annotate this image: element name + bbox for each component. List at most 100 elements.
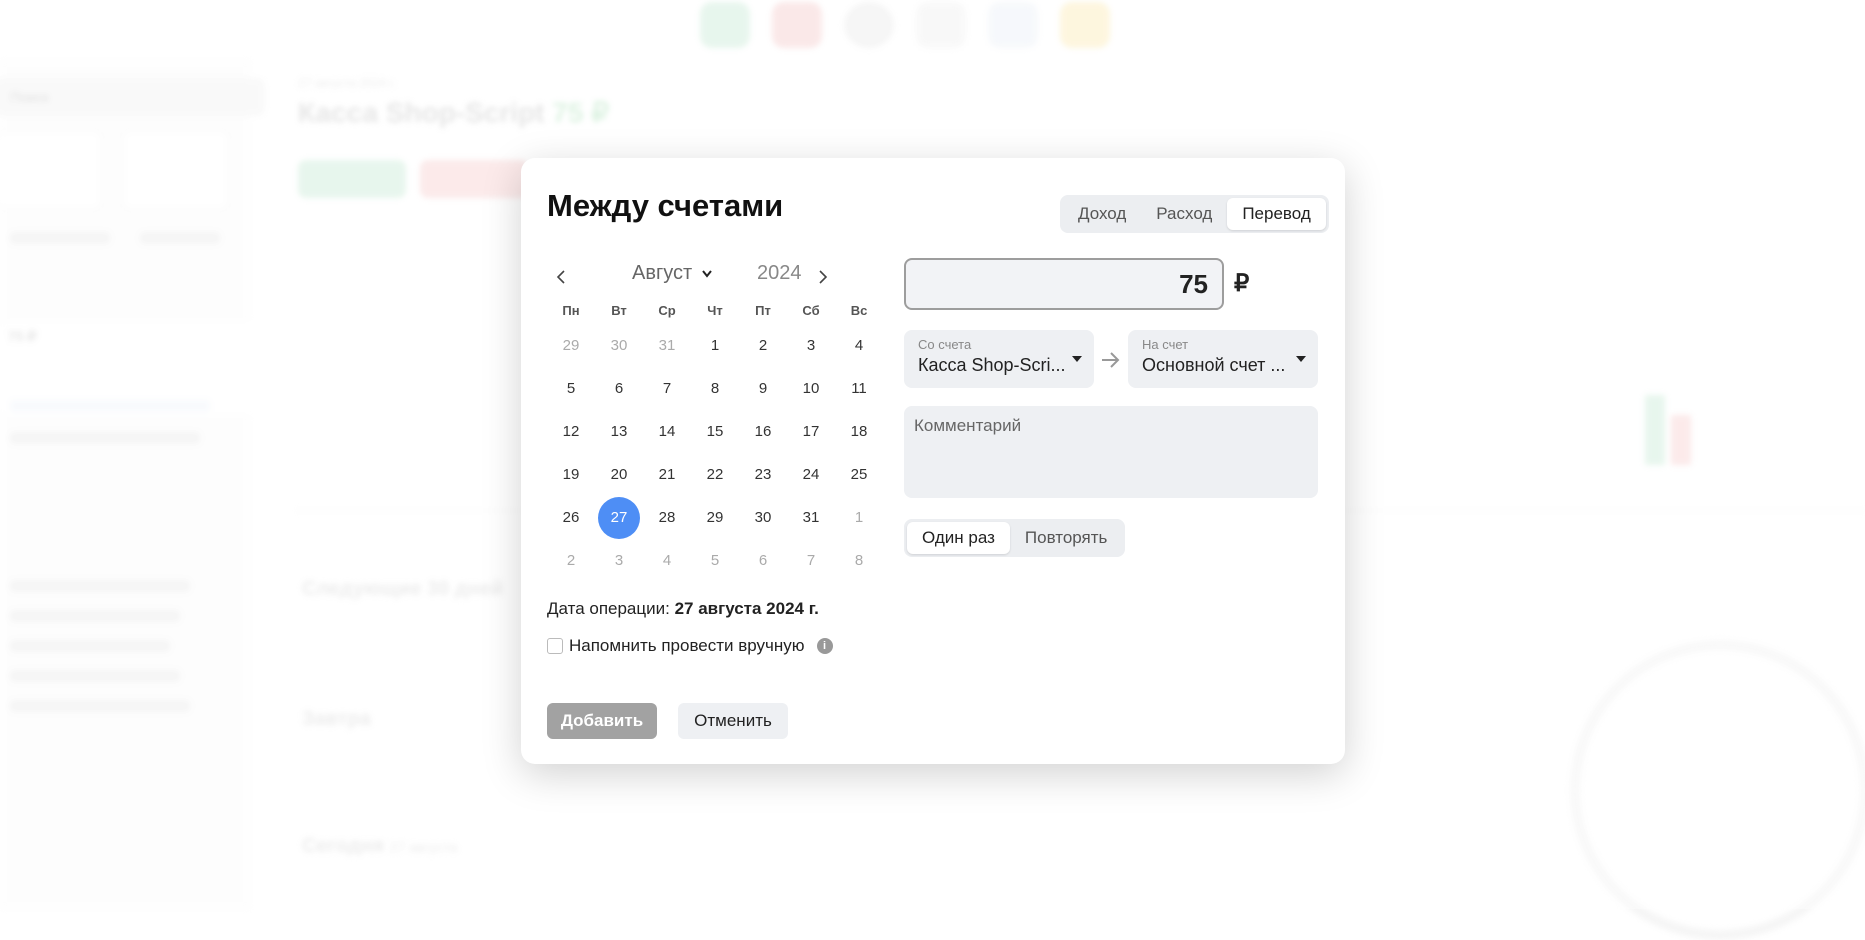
calendar-day[interactable]: 2 (547, 539, 595, 582)
transfer-dialog: Между счетами Доход Расход Перевод Авгус… (521, 158, 1345, 764)
calendar-day[interactable]: 14 (643, 410, 691, 453)
calendar-day[interactable]: 24 (787, 453, 835, 496)
to-account-value: Основной счет ... (1142, 355, 1286, 375)
calendar-day[interactable]: 18 (835, 410, 883, 453)
calendar-day-number: 2 (566, 552, 576, 569)
calendar-day-number: 8 (710, 380, 720, 397)
cancel-button[interactable]: Отменить (678, 703, 788, 739)
chevron-down-icon (702, 269, 712, 278)
calendar-day-number: 24 (802, 466, 820, 483)
calendar-day-number: 4 (662, 552, 672, 569)
calendar-day-number: 4 (854, 337, 864, 354)
calendar-day-number: 13 (610, 423, 628, 440)
calendar-day-number: 7 (806, 552, 816, 569)
calendar-day[interactable]: 19 (547, 453, 595, 496)
tab-income[interactable]: Доход (1063, 198, 1141, 230)
calendar-day[interactable]: 4 (835, 324, 883, 367)
calendar-day[interactable]: 13 (595, 410, 643, 453)
calendar-day[interactable]: 6 (739, 539, 787, 582)
next-month-button[interactable] (809, 264, 835, 290)
amount-input[interactable]: 75 (904, 258, 1224, 310)
calendar-day[interactable]: 11 (835, 367, 883, 410)
calendar-day[interactable]: 30 (739, 496, 787, 539)
calendar-day[interactable]: 12 (547, 410, 595, 453)
year-select[interactable]: 2024 (757, 262, 802, 285)
add-button[interactable]: Добавить (547, 703, 657, 739)
calendar-day-number: 15 (706, 423, 724, 440)
repeat-tabs: Один раз Повторять (904, 519, 1126, 557)
calendar-day-selected[interactable]: 27 (595, 496, 643, 539)
from-account-select[interactable]: Со счета Касса Shop-Scri... (904, 330, 1094, 388)
calendar-day-number: 5 (710, 552, 720, 569)
calendar-day[interactable]: 29 (691, 496, 739, 539)
calendar-day[interactable]: 5 (547, 367, 595, 410)
calendar-day-number: 23 (754, 466, 772, 483)
calendar-day[interactable]: 1 (835, 496, 883, 539)
calendar-day[interactable]: 10 (787, 367, 835, 410)
calendar-day-number: 11 (851, 380, 867, 397)
calendar-day-number: 9 (758, 380, 768, 397)
calendar-day[interactable]: 28 (643, 496, 691, 539)
calendar-day[interactable]: 25 (835, 453, 883, 496)
weekday-label: Пн (562, 303, 580, 318)
calendar-day[interactable]: 2 (739, 324, 787, 367)
caret-down-icon (1072, 356, 1082, 362)
calendar-day-number: 18 (850, 423, 868, 440)
tab-transfer[interactable]: Перевод (1227, 198, 1326, 230)
calendar-day-number: 27 (598, 496, 640, 539)
tab-repeat[interactable]: Повторять (1010, 522, 1123, 554)
calendar-day[interactable]: 23 (739, 453, 787, 496)
operation-date: Дата операции: 27 августа 2024 г. (547, 599, 819, 619)
calendar-day[interactable]: 26 (547, 496, 595, 539)
weekday-label: Чт (707, 303, 723, 318)
calendar-day[interactable]: 3 (595, 539, 643, 582)
currency-symbol: ₽ (1234, 270, 1250, 297)
to-account-label: На счет (1142, 337, 1189, 352)
calendar-day[interactable]: 20 (595, 453, 643, 496)
remind-label: Напомнить провести вручную (569, 636, 805, 655)
from-account-value: Касса Shop-Scri... (918, 355, 1066, 375)
remind-checkbox[interactable] (547, 638, 563, 654)
calendar-day[interactable]: 29 (547, 324, 595, 367)
calendar-day[interactable]: 7 (787, 539, 835, 582)
calendar-day[interactable]: 4 (643, 539, 691, 582)
caret-down-icon (1296, 356, 1306, 362)
calendar-day[interactable]: 6 (595, 367, 643, 410)
calendar-day[interactable]: 17 (787, 410, 835, 453)
operation-date-value: 27 августа 2024 г. (674, 599, 819, 618)
calendar-day-number: 3 (806, 337, 816, 354)
calendar-days: 29 30 31 1 2 3 4 5 6 7 8 9 10 11 12 13 14 15 16 17 18 19 20 21 2… (547, 324, 868, 582)
calendar-day-number: 29 (562, 337, 580, 354)
calendar-day[interactable]: 7 (643, 367, 691, 410)
calendar-day[interactable]: 15 (691, 410, 739, 453)
tab-once[interactable]: Один раз (907, 522, 1010, 554)
calendar-day-number: 22 (706, 466, 724, 483)
calendar-day[interactable]: 5 (691, 539, 739, 582)
to-account-select[interactable]: На счет Основной счет ... (1128, 330, 1318, 388)
calendar-day[interactable]: 21 (643, 453, 691, 496)
tab-expense[interactable]: Расход (1141, 198, 1227, 230)
calendar-day[interactable]: 8 (691, 367, 739, 410)
calendar-day-number: 17 (802, 423, 820, 440)
calendar-day-number: 12 (562, 423, 580, 440)
calendar-day[interactable]: 3 (787, 324, 835, 367)
calendar-day[interactable]: 30 (595, 324, 643, 367)
weekday-label: Ср (658, 303, 676, 318)
calendar-day[interactable]: 31 (787, 496, 835, 539)
calendar-day-number: 2 (758, 337, 768, 354)
info-icon[interactable]: i (816, 638, 833, 654)
calendar-day[interactable]: 16 (739, 410, 787, 453)
calendar-day[interactable]: 9 (739, 367, 787, 410)
weekday-label: Пт (755, 303, 771, 318)
calendar-day-number: 14 (658, 423, 676, 440)
calendar-day[interactable]: 31 (643, 324, 691, 367)
comment-field[interactable]: Комментарий (904, 406, 1318, 498)
calendar-day[interactable]: 8 (835, 539, 883, 582)
calendar-day[interactable]: 22 (691, 453, 739, 496)
calendar-day-number: 26 (562, 509, 580, 526)
month-select[interactable]: Август (632, 262, 712, 285)
operation-type-tabs: Доход Расход Перевод (1060, 195, 1329, 233)
prev-month-button[interactable] (549, 264, 575, 290)
calendar-day[interactable]: 1 (691, 324, 739, 367)
calendar-day-number: 31 (658, 337, 676, 354)
